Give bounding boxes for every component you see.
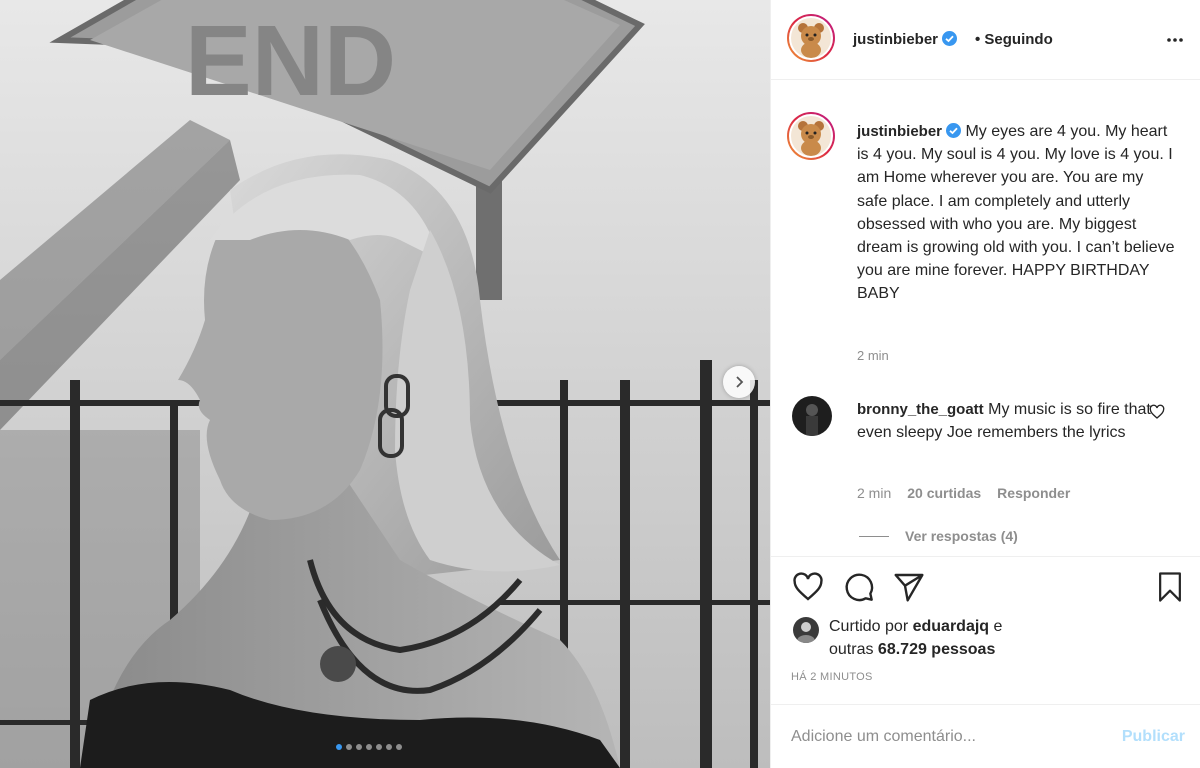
paper-plane-icon bbox=[894, 573, 924, 602]
teddy-bear-icon bbox=[798, 121, 824, 156]
instagram-post-view: END justinbieber • Seguindo justinbieber… bbox=[0, 0, 1200, 768]
liker-avatar-image bbox=[793, 617, 819, 643]
carousel-dot bbox=[396, 744, 402, 750]
caption-time: 2 min bbox=[857, 348, 889, 363]
comment-meta: 2 min 20 curtidas Responder bbox=[857, 485, 1070, 501]
action-icons bbox=[791, 571, 925, 608]
carousel-dot bbox=[366, 744, 372, 750]
comment-reply-button[interactable]: Responder bbox=[997, 485, 1070, 501]
view-replies-button[interactable]: Ver respostas (4) bbox=[859, 528, 1018, 544]
carousel-dot bbox=[386, 744, 392, 750]
more-options-icon bbox=[1167, 38, 1183, 42]
bookmark-icon bbox=[1159, 572, 1181, 602]
following-status[interactable]: • Seguindo bbox=[975, 31, 1053, 48]
likes-suffix: e bbox=[989, 618, 1003, 635]
replies-divider bbox=[859, 535, 889, 537]
post-image: END bbox=[0, 0, 770, 768]
likes-prefix: Curtido por bbox=[829, 618, 913, 635]
likes-count-link[interactable]: 68.729 pessoas bbox=[878, 641, 995, 658]
liker-avatar[interactable] bbox=[793, 617, 819, 643]
author-avatar[interactable] bbox=[787, 14, 835, 63]
commenter-avatar[interactable] bbox=[792, 396, 832, 436]
heart-outline-icon bbox=[1149, 404, 1165, 419]
add-comment-bar: Publicar bbox=[771, 704, 1200, 768]
comment-likes-count[interactable]: 20 curtidas bbox=[907, 485, 981, 501]
carousel-dot bbox=[356, 744, 362, 750]
comment-time: 2 min bbox=[857, 485, 892, 501]
post-timestamp: HÁ 2 MINUTOS bbox=[791, 671, 873, 683]
post-side-panel: justinbieber • Seguindo justinbieber My … bbox=[770, 0, 1200, 768]
like-button[interactable] bbox=[791, 571, 825, 608]
comment-like-button[interactable] bbox=[1149, 404, 1165, 425]
save-button[interactable] bbox=[1155, 571, 1185, 608]
sign-text: END bbox=[185, 5, 396, 117]
comment-text-block: bronny_the_goatt My music is so fire tha… bbox=[857, 398, 1157, 444]
comment-input[interactable] bbox=[791, 723, 1091, 751]
comment-button[interactable] bbox=[843, 571, 875, 608]
more-options-button[interactable] bbox=[1165, 30, 1185, 55]
caption-text: My eyes are 4 you. My heart is 4 you. My… bbox=[857, 123, 1175, 303]
likes-text: Curtido por eduardajq e outras 68.729 pe… bbox=[829, 615, 1002, 661]
likes-line2-prefix: outras bbox=[829, 641, 878, 658]
author-username[interactable]: justinbieber bbox=[853, 31, 958, 48]
view-replies-label: Ver respostas (4) bbox=[905, 528, 1018, 544]
caption-text-block: justinbieber My eyes are 4 you. My heart… bbox=[857, 120, 1177, 306]
likes-user-link[interactable]: eduardajq bbox=[913, 618, 989, 635]
caption-avatar[interactable] bbox=[787, 112, 835, 161]
likes-summary: Curtido por eduardajq e outras 68.729 pe… bbox=[793, 615, 1002, 661]
share-button[interactable] bbox=[893, 571, 925, 608]
caption-username[interactable]: justinbieber bbox=[857, 123, 942, 140]
verified-badge-icon bbox=[946, 123, 962, 138]
post-header: justinbieber • Seguindo bbox=[771, 0, 1200, 80]
comment-username[interactable]: bronny_the_goatt bbox=[857, 401, 984, 418]
carousel-indicator bbox=[336, 744, 402, 750]
carousel-dot bbox=[376, 744, 382, 750]
chevron-right-icon bbox=[736, 376, 744, 388]
post-photo: END bbox=[0, 0, 770, 768]
comment-bubble-icon bbox=[845, 573, 874, 602]
heart-outline-icon bbox=[793, 572, 823, 601]
teddy-bear-icon bbox=[798, 23, 824, 58]
carousel-next-button[interactable] bbox=[723, 366, 755, 398]
commenter-avatar-image bbox=[792, 396, 832, 436]
verified-badge-icon bbox=[942, 31, 958, 46]
carousel-dot bbox=[346, 744, 352, 750]
carousel-dot bbox=[336, 744, 342, 750]
publish-button[interactable]: Publicar bbox=[1122, 728, 1185, 746]
